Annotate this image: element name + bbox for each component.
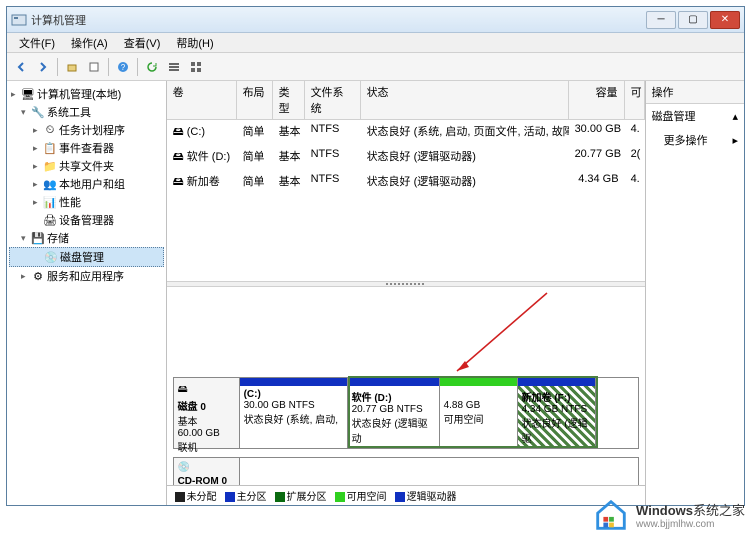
forward-button[interactable] bbox=[33, 57, 53, 77]
volume-row[interactable]: 🖴 (C:)简单基本NTFS状态良好 (系统, 启动, 页面文件, 活动, 故障… bbox=[167, 120, 645, 145]
legend-item: 逻辑驱动器 bbox=[395, 488, 457, 503]
close-button[interactable]: ✕ bbox=[710, 11, 740, 29]
disk-0-header: 🖴 磁盘 0 基本 60.00 GB 联机 bbox=[174, 378, 240, 448]
legend: 未分配主分区扩展分区可用空间逻辑驱动器 bbox=[167, 485, 645, 505]
computer-icon: 🖥 bbox=[21, 87, 35, 101]
tree-storage[interactable]: ▾💾存储 bbox=[9, 229, 164, 247]
up-button[interactable] bbox=[62, 57, 82, 77]
menubar: 文件(F) 操作(A) 查看(V) 帮助(H) bbox=[7, 33, 744, 53]
chevron-right-icon: ▸ bbox=[732, 134, 738, 147]
watermark: Windows系统之家 www.bjjmlhw.com bbox=[592, 496, 745, 534]
event-icon: 📋 bbox=[43, 141, 57, 155]
cdrom-header: 💿 CD-ROM 0 DVD (E:) 无媒体 bbox=[174, 458, 240, 485]
menu-help[interactable]: 帮助(H) bbox=[168, 33, 221, 53]
actions-group[interactable]: 磁盘管理▴ bbox=[646, 104, 744, 128]
chevron-up-icon: ▴ bbox=[732, 110, 738, 123]
tree-systools[interactable]: ▾🔧系统工具 bbox=[9, 103, 164, 121]
actions-more[interactable]: 更多操作▸ bbox=[646, 128, 744, 152]
nav-tree[interactable]: ▸🖥计算机管理(本地) ▾🔧系统工具 ▸⏲任务计划程序 ▸📋事件查看器 ▸📁共享… bbox=[7, 81, 167, 505]
legend-item: 未分配 bbox=[175, 488, 217, 503]
window-title: 计算机管理 bbox=[31, 12, 646, 28]
help-button[interactable]: ? bbox=[113, 57, 133, 77]
tree-diskmgmt[interactable]: 💿磁盘管理 bbox=[9, 247, 164, 267]
menu-file[interactable]: 文件(F) bbox=[11, 33, 63, 53]
titlebar[interactable]: 计算机管理 ─ ▢ ✕ bbox=[7, 7, 744, 33]
actions-header: 操作 bbox=[646, 81, 744, 104]
volume-header[interactable]: 卷 布局 类型 文件系统 状态 容量 可 bbox=[167, 81, 645, 120]
tree-shared[interactable]: ▸📁共享文件夹 bbox=[9, 157, 164, 175]
volume-list[interactable]: 卷 布局 类型 文件系统 状态 容量 可 🖴 (C:)简单基本NTFS状态良好 … bbox=[167, 81, 645, 281]
menu-view[interactable]: 查看(V) bbox=[116, 33, 169, 53]
toolbar: ? bbox=[7, 53, 744, 81]
hdd-icon: 🖴 bbox=[178, 382, 198, 396]
main-window: 计算机管理 ─ ▢ ✕ 文件(F) 操作(A) 查看(V) 帮助(H) ? ▸🖥… bbox=[6, 6, 745, 506]
menu-action[interactable]: 操作(A) bbox=[63, 33, 116, 53]
disk-0-row[interactable]: 🖴 磁盘 0 基本 60.00 GB 联机 (C:)30.00 GB NTFS状… bbox=[173, 377, 639, 449]
svg-text:?: ? bbox=[121, 63, 126, 72]
volume-row[interactable]: 🖴 软件 (D:)简单基本NTFS状态良好 (逻辑驱动器)20.77 GB2( bbox=[167, 145, 645, 170]
clock-icon: ⏲ bbox=[43, 123, 57, 137]
cdrom-icon: 💿 bbox=[178, 462, 198, 474]
tree-eventvwr[interactable]: ▸📋事件查看器 bbox=[9, 139, 164, 157]
minimize-button[interactable]: ─ bbox=[646, 11, 676, 29]
volume-row[interactable]: 🖴 新加卷 简单基本NTFS状态良好 (逻辑驱动器)4.34 GB4. bbox=[167, 170, 645, 195]
partition[interactable]: 新加卷 (F:)4.34 GB NTFS状态良好 (逻辑驱 bbox=[518, 378, 596, 448]
refresh-button[interactable] bbox=[142, 57, 162, 77]
tools-icon: 🔧 bbox=[31, 105, 45, 119]
view-detail-button[interactable] bbox=[186, 57, 206, 77]
disk-graph[interactable]: 刚刚压缩出来的空间 🖴 磁盘 0 基本 60.00 GB 联机 (C:) bbox=[167, 287, 645, 485]
tree-users[interactable]: ▸👥本地用户和组 bbox=[9, 175, 164, 193]
device-icon: 🖨 bbox=[43, 213, 57, 227]
tree-root[interactable]: ▸🖥计算机管理(本地) bbox=[9, 85, 164, 103]
legend-item: 主分区 bbox=[225, 488, 267, 503]
users-icon: 👥 bbox=[43, 177, 57, 191]
partition[interactable]: 软件 (D:)20.77 GB NTFS状态良好 (逻辑驱动 bbox=[348, 378, 440, 448]
tree-services[interactable]: ▸⚙服务和应用程序 bbox=[9, 267, 164, 285]
maximize-button[interactable]: ▢ bbox=[678, 11, 708, 29]
tree-perf[interactable]: ▸📊性能 bbox=[9, 193, 164, 211]
storage-icon: 💾 bbox=[31, 231, 45, 245]
back-button[interactable] bbox=[11, 57, 31, 77]
cdrom-row[interactable]: 💿 CD-ROM 0 DVD (E:) 无媒体 bbox=[173, 457, 639, 485]
folder-icon: 📁 bbox=[43, 159, 57, 173]
legend-item: 可用空间 bbox=[335, 488, 387, 503]
actions-pane: 操作 磁盘管理▴ 更多操作▸ bbox=[646, 81, 744, 505]
center-pane: 卷 布局 类型 文件系统 状态 容量 可 🖴 (C:)简单基本NTFS状态良好 … bbox=[167, 81, 646, 505]
properties-button[interactable] bbox=[84, 57, 104, 77]
view-list-button[interactable] bbox=[164, 57, 184, 77]
gear-icon: ⚙ bbox=[31, 269, 45, 283]
partition[interactable]: (C:)30.00 GB NTFS状态良好 (系统, 启动, bbox=[240, 378, 348, 448]
house-icon bbox=[592, 496, 630, 534]
app-icon bbox=[11, 12, 27, 28]
tree-scheduler[interactable]: ▸⏲任务计划程序 bbox=[9, 121, 164, 139]
tree-devmgr[interactable]: 🖨设备管理器 bbox=[9, 211, 164, 229]
perf-icon: 📊 bbox=[43, 195, 57, 209]
annotation-arrow bbox=[427, 287, 567, 377]
legend-item: 扩展分区 bbox=[275, 488, 327, 503]
partition[interactable]: 4.88 GB可用空间 bbox=[440, 378, 518, 448]
disk-icon: 💿 bbox=[44, 250, 58, 264]
